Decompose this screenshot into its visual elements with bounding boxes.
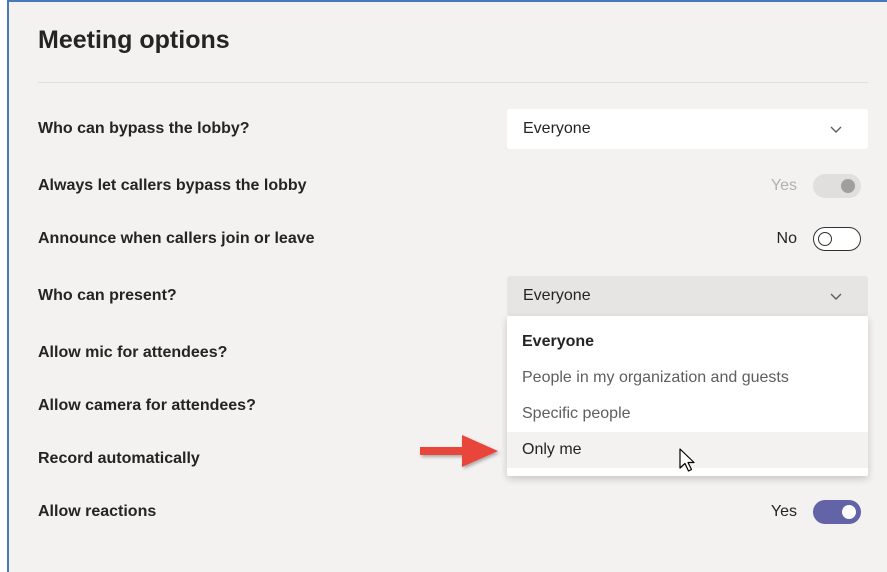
allow-reactions-toggle[interactable] (813, 500, 861, 524)
allow-reactions-label: Allow reactions (38, 503, 157, 520)
callers-bypass-label: Always let callers bypass the lobby (38, 177, 307, 194)
cursor-arrow-icon (679, 448, 695, 472)
announce-callers-label: Announce when callers join or leave (38, 230, 315, 247)
dropdown-option-specific-people[interactable]: Specific people (507, 396, 868, 432)
divider (38, 82, 868, 83)
callers-bypass-toggle (813, 174, 861, 198)
announce-callers-toggle-group: No (777, 227, 861, 251)
who-present-label: Who can present? (38, 287, 177, 304)
who-present-select[interactable]: Everyone (507, 276, 868, 316)
allow-camera-label: Allow camera for attendees? (38, 397, 256, 414)
dropdown-option-org-guests[interactable]: People in my organization and guests (507, 360, 868, 396)
red-arrow-icon (420, 435, 498, 467)
who-present-value: Everyone (523, 287, 591, 304)
record-auto-label: Record automatically (38, 450, 200, 467)
announce-callers-toggle-text: No (776, 230, 797, 247)
bypass-lobby-select[interactable]: Everyone (507, 109, 868, 149)
bypass-lobby-value: Everyone (523, 120, 591, 137)
allow-mic-label: Allow mic for attendees? (38, 344, 228, 361)
announce-callers-toggle[interactable] (813, 227, 861, 251)
chevron-down-icon (830, 126, 842, 133)
chevron-down-icon (830, 293, 842, 300)
callers-bypass-toggle-text: Yes (770, 177, 797, 194)
dropdown-option-everyone[interactable]: Everyone (507, 324, 868, 360)
callers-bypass-toggle-group: Yes (771, 174, 861, 198)
allow-reactions-toggle-group: Yes (771, 500, 861, 524)
page-title: Meeting options (38, 26, 230, 54)
bypass-lobby-label: Who can bypass the lobby? (38, 120, 250, 137)
allow-reactions-toggle-text: Yes (770, 503, 797, 520)
